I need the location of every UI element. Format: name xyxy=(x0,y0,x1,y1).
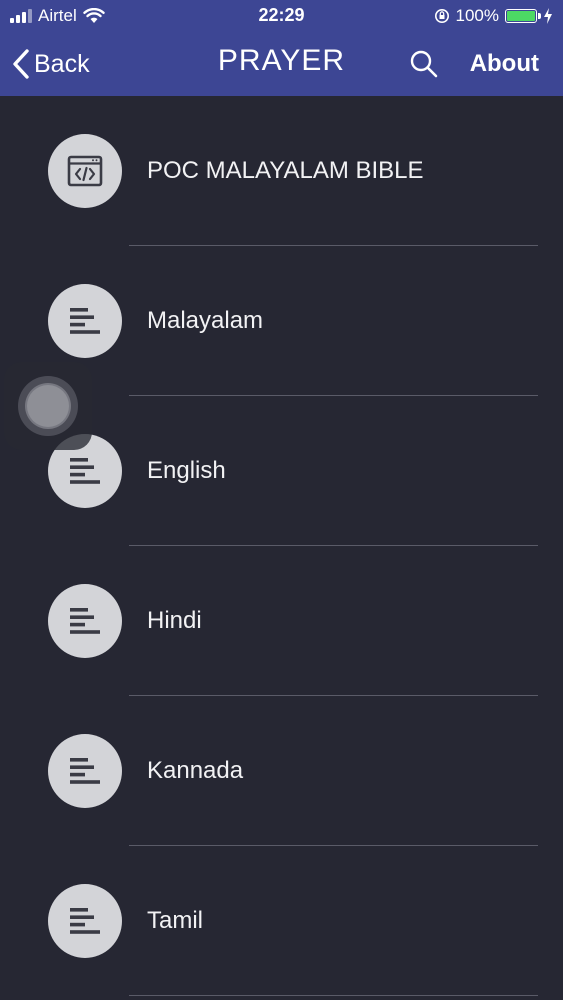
list-item-poc-malayalam-bible[interactable]: POC MALAYALAM BIBLE xyxy=(0,96,563,246)
assistive-touch-button[interactable] xyxy=(4,362,92,450)
list-item-label: Tamil xyxy=(147,907,204,934)
list-item-label: English xyxy=(147,457,226,484)
list-item-label: Hindi xyxy=(147,607,202,634)
orientation-lock-icon xyxy=(434,9,449,23)
list-item-tamil[interactable]: Tamil xyxy=(0,846,563,996)
list-item-hindi[interactable]: Hindi xyxy=(0,546,563,696)
list-item-kannada[interactable]: Kannada xyxy=(0,696,563,846)
list-item-label: POC MALAYALAM BIBLE xyxy=(147,157,424,184)
list-item-label: Malayalam xyxy=(147,307,264,334)
charging-icon xyxy=(544,8,552,24)
align-left-icon xyxy=(48,734,122,808)
status-bar: Airtel 22:29 100% xyxy=(0,0,563,32)
divider xyxy=(129,995,538,996)
align-left-icon xyxy=(48,284,122,358)
align-left-icon xyxy=(48,584,122,658)
battery-percent: 100% xyxy=(455,6,499,25)
about-button[interactable]: About xyxy=(470,48,539,80)
navigation-bar: Back PRAYER About xyxy=(0,32,563,96)
align-left-icon xyxy=(48,884,122,958)
app-header: Airtel 22:29 100% Back PRAYER About xyxy=(0,0,563,96)
status-right: 100% xyxy=(434,6,553,26)
battery-icon xyxy=(505,9,541,23)
list-item-label: Kannada xyxy=(147,757,244,784)
assistive-touch-core xyxy=(27,385,69,427)
search-icon xyxy=(410,50,438,78)
search-button[interactable] xyxy=(408,48,440,80)
language-list: POC MALAYALAM BIBLE Malayalam English Hi… xyxy=(0,96,563,996)
code-window-icon xyxy=(48,134,122,208)
